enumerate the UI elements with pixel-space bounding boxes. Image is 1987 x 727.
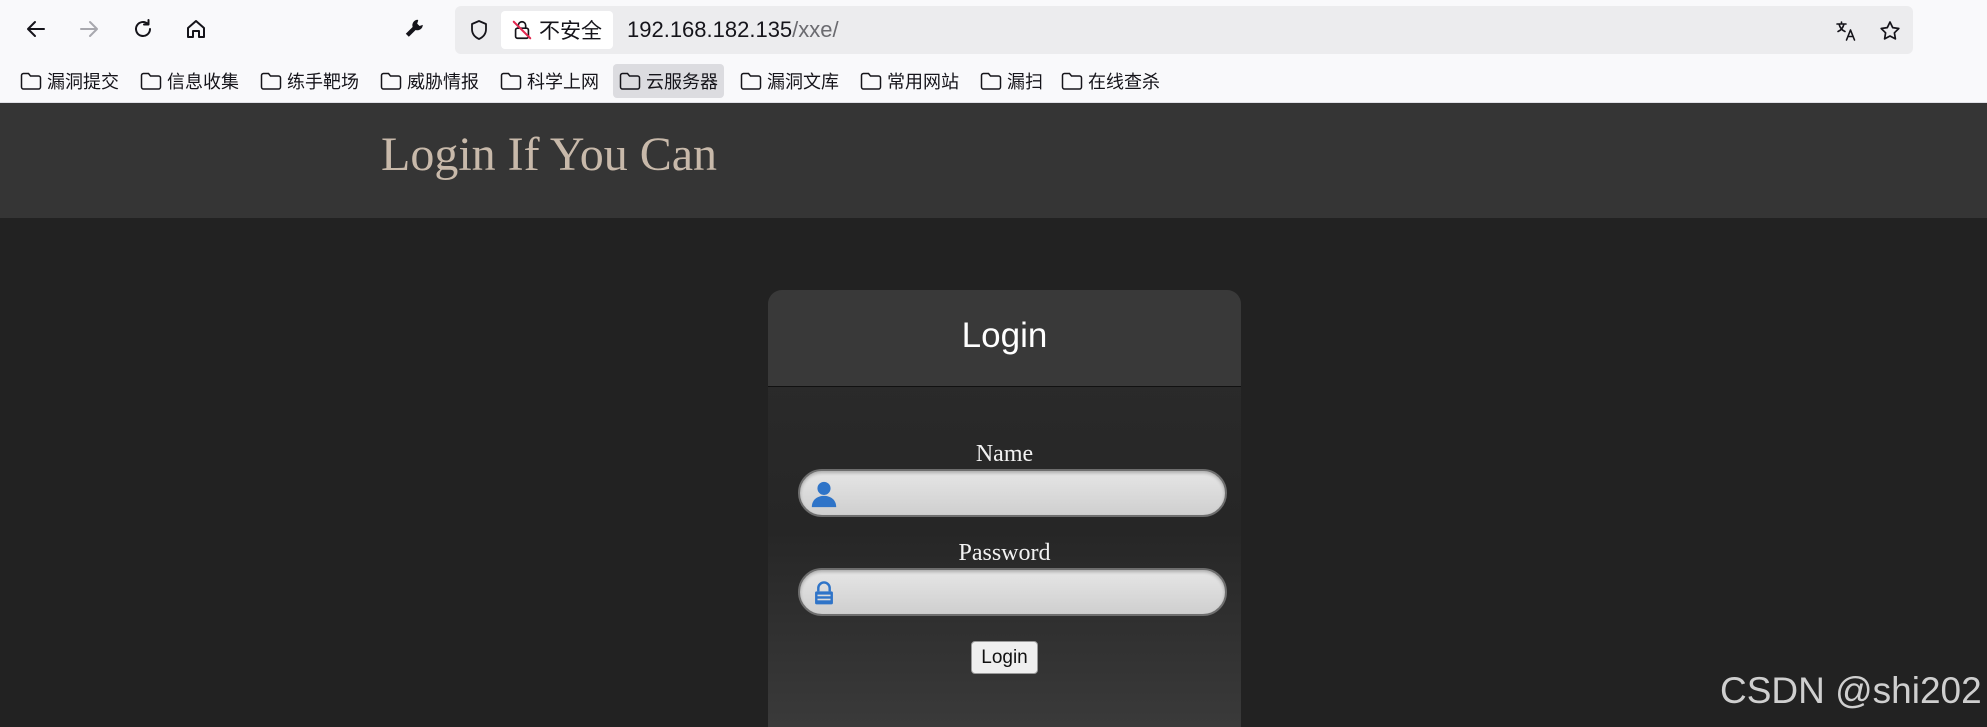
csdn-watermark: CSDN @shi202 — [1720, 670, 1982, 711]
folder-icon — [1061, 72, 1083, 90]
arrow-left-icon — [27, 21, 45, 37]
bookmark-star-button[interactable] — [1877, 18, 1903, 44]
browser-toolbar: 不安全 192.168.182.135/xxe/ — [0, 0, 1987, 60]
login-button[interactable]: Login — [971, 641, 1038, 674]
forward-button[interactable] — [71, 11, 107, 47]
url-bar[interactable]: 不安全 192.168.182.135/xxe/ — [455, 6, 1913, 54]
lock-icon — [808, 577, 840, 609]
site-header: Login If You Can — [0, 103, 1987, 218]
bookmark-label: 科学上网 — [527, 72, 599, 92]
folder-icon — [619, 72, 641, 90]
shield-icon — [471, 20, 487, 40]
bookmark-label: 练手靶场 — [287, 72, 359, 92]
url-text[interactable]: 192.168.182.135/xxe/ — [627, 6, 839, 54]
broken-lock-icon — [512, 20, 532, 40]
back-button[interactable] — [18, 11, 54, 47]
folder-icon — [380, 72, 402, 90]
bookmark-label: 在线查杀 — [1088, 72, 1160, 92]
name-label: Name — [975, 441, 1034, 467]
devtools-button[interactable] — [400, 14, 430, 44]
reload-icon — [135, 19, 151, 37]
home-icon — [187, 20, 205, 38]
bookmark-folder[interactable]: 常用网站 — [854, 64, 965, 98]
bookmarks-bar: 漏洞提交 信息收集 练手靶场 威胁情报 科学上网 云服务器 漏洞文库 常用网站 … — [0, 60, 1987, 103]
tracking-protection-button[interactable] — [465, 16, 493, 44]
login-title: Login — [961, 316, 1048, 355]
site-title: Login If You Can — [381, 128, 718, 181]
folder-icon — [500, 72, 522, 90]
wrench-icon — [405, 19, 423, 37]
bookmark-folder[interactable]: 云服务器 — [613, 64, 724, 98]
folder-icon — [860, 72, 882, 90]
folder-icon — [20, 72, 42, 90]
bookmark-label: 漏洞文库 — [767, 72, 839, 92]
home-button[interactable] — [178, 11, 214, 47]
bookmark-label: 威胁情报 — [407, 72, 479, 92]
password-field[interactable] — [798, 568, 1227, 616]
folder-icon — [980, 72, 1002, 90]
folder-icon — [740, 72, 762, 90]
bookmark-label: 常用网站 — [887, 72, 959, 92]
password-label: Password — [958, 540, 1051, 566]
reload-button[interactable] — [125, 11, 161, 47]
security-label: 不安全 — [539, 20, 602, 43]
bookmark-folder[interactable]: 练手靶场 — [254, 64, 365, 98]
password-input[interactable] — [844, 574, 1214, 610]
user-icon — [808, 478, 840, 510]
bookmark-label: 漏洞提交 — [47, 72, 119, 92]
name-input[interactable] — [844, 475, 1214, 511]
folder-icon — [260, 72, 282, 90]
url-host: 192.168.182.135 — [627, 17, 793, 42]
bookmark-label: 信息收集 — [167, 72, 239, 92]
star-icon — [1880, 21, 1900, 40]
arrow-right-icon — [80, 21, 98, 37]
bookmark-folder[interactable]: 在线查杀 — [1055, 64, 1166, 98]
bookmark-folder[interactable]: 漏洞文库 — [734, 64, 845, 98]
bookmark-folder[interactable]: 威胁情报 — [374, 64, 485, 98]
bookmark-folder[interactable]: 漏洞提交 — [14, 64, 125, 98]
bookmark-label: 漏扫 — [1007, 72, 1043, 92]
bookmark-label: 云服务器 — [646, 72, 718, 92]
folder-icon — [140, 72, 162, 90]
name-field[interactable] — [798, 469, 1227, 517]
url-path: /xxe/ — [792, 17, 839, 42]
site-security-indicator[interactable]: 不安全 — [501, 11, 613, 49]
login-form-header: Login — [768, 290, 1241, 387]
login-form: Login Name Password Login — [768, 290, 1241, 727]
translate-icon — [1836, 21, 1856, 41]
bookmark-folder[interactable]: 信息收集 — [134, 64, 245, 98]
bookmark-folder[interactable]: 科学上网 — [494, 64, 605, 98]
bookmark-folder[interactable]: 漏扫 — [974, 64, 1049, 98]
translate-button[interactable] — [1833, 18, 1859, 44]
